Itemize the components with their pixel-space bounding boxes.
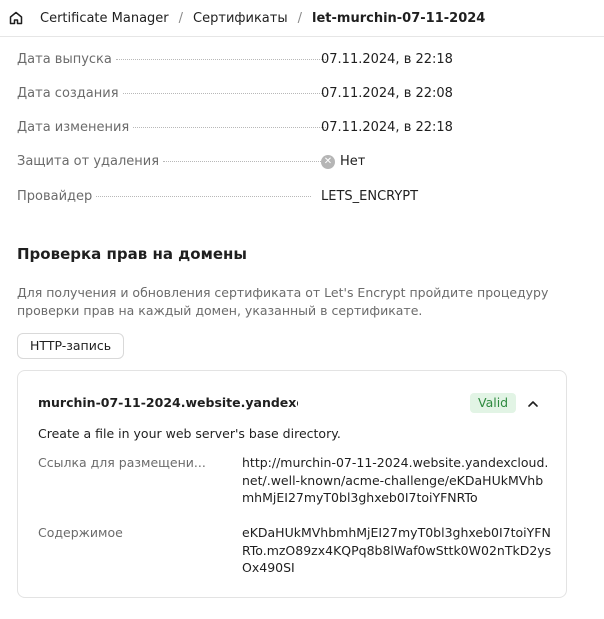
property-label: Дата выпуска (17, 52, 112, 67)
property-created-date: Дата создания 07.11.2024, в 22:08 (17, 86, 453, 106)
property-value: 07.11.2024, в 22:18 (321, 52, 453, 67)
x-circle-icon: ✕ (321, 154, 335, 169)
status-badge: Valid (470, 393, 517, 413)
chevron-up-icon[interactable] (526, 396, 540, 410)
property-value: 07.11.2024, в 22:08 (321, 86, 453, 101)
breadcrumb-certificates[interactable]: Сертификаты (193, 11, 288, 26)
domain-check-card: murchin-07-11-2024.website.yandexclo... … (17, 370, 567, 598)
breadcrumb-separator: / (178, 10, 184, 26)
property-deletion-protection: Защита от удаления ✕ Нет (17, 154, 437, 174)
dotted-leader (115, 59, 326, 60)
breadcrumb: Certificate Manager / Сертификаты / let-… (0, 0, 604, 36)
property-label: Защита от удаления (17, 154, 160, 169)
header-divider (0, 36, 604, 37)
property-label: Дата изменения (17, 120, 130, 135)
instruction-text: Create a file in your web server's base … (38, 426, 341, 441)
breadcrumb-current: let-murchin-07-11-2024 (312, 10, 486, 26)
dotted-leader (122, 93, 324, 94)
content-value: eKDaHUkMVhbmhMjEI27myT0bl3ghxeb0I7toiYFN… (242, 525, 552, 575)
property-modified-date: Дата изменения 07.11.2024, в 22:18 (17, 120, 453, 140)
dotted-leader (163, 161, 324, 162)
deletion-protection-value: Нет (340, 154, 366, 169)
domain-name: murchin-07-11-2024.website.yandexclo... (38, 395, 298, 410)
property-label: Провайдер (17, 189, 93, 204)
dotted-leader (133, 127, 327, 128)
property-label: Дата создания (17, 86, 119, 101)
section-title: Проверка прав на домены (17, 245, 247, 263)
link-label: Ссылка для размещени... (38, 455, 206, 470)
property-value: ✕ Нет (321, 154, 365, 169)
http-record-tab[interactable]: HTTP-запись (17, 333, 125, 359)
section-description: Для получения и обновления сертификата о… (17, 285, 549, 318)
home-icon[interactable] (8, 10, 24, 26)
property-issue-date: Дата выпуска 07.11.2024, в 22:18 (17, 52, 453, 72)
link-value: http://murchin-07-11-2024.website.yandex… (242, 455, 549, 505)
property-value: 07.11.2024, в 22:18 (321, 120, 453, 135)
breadcrumb-certificate-manager[interactable]: Certificate Manager (40, 11, 169, 26)
dotted-leader (96, 196, 312, 197)
property-provider: Провайдер LETS_ENCRYPT (17, 189, 437, 209)
property-value: LETS_ENCRYPT (321, 189, 419, 204)
breadcrumb-separator: / (297, 10, 303, 26)
content-label: Содержимое (38, 525, 123, 540)
